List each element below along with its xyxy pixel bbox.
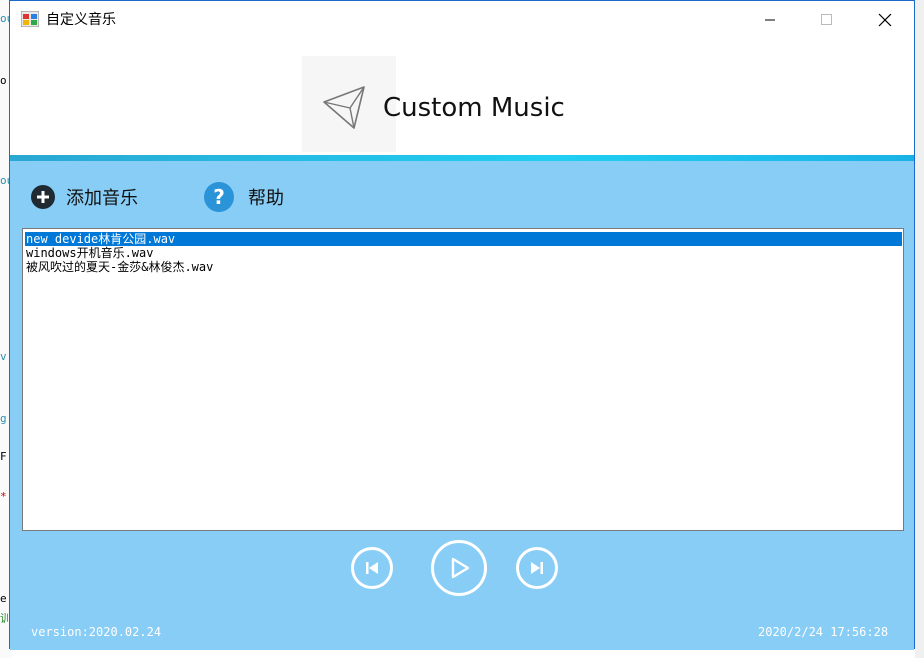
maximize-icon: [821, 14, 832, 25]
list-item[interactable]: 被风吹过的夏天-金莎&林俊杰.wav: [25, 260, 902, 274]
add-circle-icon: [31, 185, 55, 209]
svg-text:?: ?: [213, 185, 225, 209]
help-icon: ?: [204, 182, 234, 212]
background-edge-right: [915, 0, 924, 658]
skip-previous-icon: [366, 562, 378, 574]
previous-button[interactable]: [351, 547, 393, 589]
list-item[interactable]: windows开机音乐.wav: [25, 246, 902, 260]
play-button[interactable]: [431, 540, 487, 596]
skip-next-icon: [531, 562, 543, 574]
main-panel: 添加音乐 ? 帮助 new devide林肯公园.wav windows开机音乐…: [10, 161, 914, 650]
next-button[interactable]: [516, 547, 558, 589]
add-music-button[interactable]: 添加音乐: [30, 179, 138, 215]
add-music-label: 添加音乐: [66, 188, 138, 209]
app-header: Custom Music: [10, 39, 914, 155]
app-heading: Custom Music: [383, 93, 565, 123]
minimize-icon: [765, 19, 775, 21]
app-window-icon: [21, 11, 39, 27]
window-title: 自定义音乐: [46, 12, 116, 28]
title-bar: 自定义音乐: [10, 1, 914, 39]
close-button[interactable]: [856, 1, 914, 39]
playlist[interactable]: new devide林肯公园.wav windows开机音乐.wav 被风吹过的…: [22, 228, 904, 531]
close-icon: [878, 13, 892, 27]
play-icon: [451, 557, 470, 579]
help-label: 帮助: [248, 188, 284, 209]
maximize-button[interactable]: [798, 1, 856, 39]
logo: [302, 56, 396, 152]
datetime-label: 2020/2/24 17:56:28: [758, 625, 889, 639]
app-window: 自定义音乐 Custom Music 添加音乐 ? 帮助 new devide林…: [9, 0, 915, 650]
help-button[interactable]: ? 帮助: [203, 179, 284, 215]
minimize-button[interactable]: [741, 1, 799, 39]
list-item[interactable]: new devide林肯公园.wav: [25, 232, 902, 246]
version-label: version:2020.02.24: [31, 625, 162, 639]
paper-plane-icon: [323, 86, 365, 129]
